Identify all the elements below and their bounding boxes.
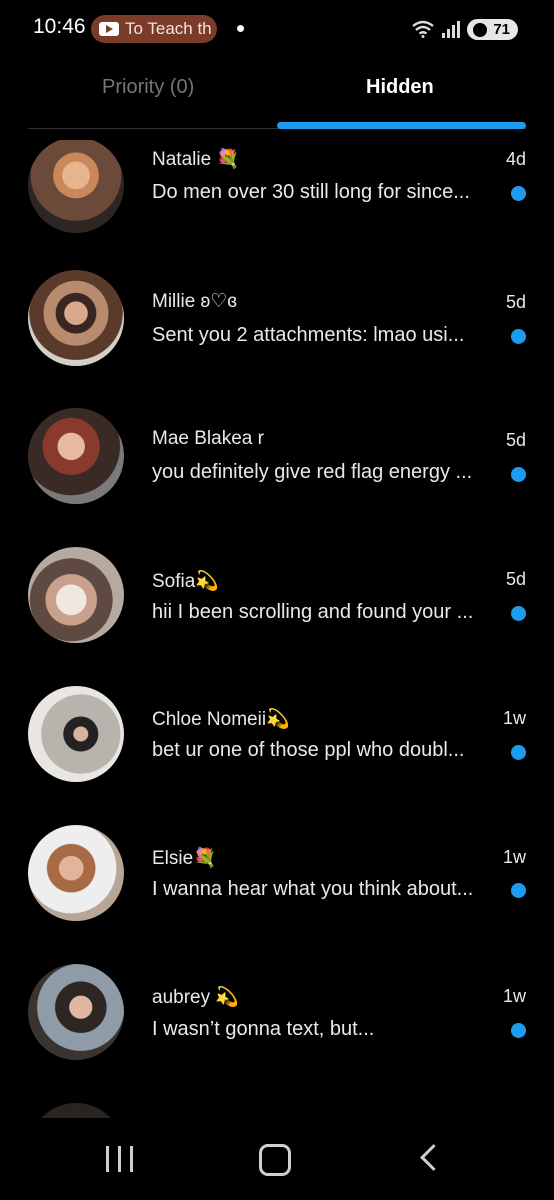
conversation-time: 5d [505,430,526,450]
notification-pill[interactable]: To Teach th [91,15,217,43]
active-tab-indicator [277,122,526,129]
conversation-time: 5d [505,292,526,312]
conversation-name: Elsie💐 [152,848,217,869]
conversation-preview: hii I been scrolling and found your ... [152,601,474,623]
status-bar: 10:46 To Teach th 71 [0,0,554,58]
conversation-preview: Do men over 30 still long for since... [152,181,470,203]
tab-hidden[interactable]: Hidden [366,76,434,99]
status-time: 10:46 [33,15,86,38]
conversation-list[interactable]: Natalie 💐 4d Do men over 30 still long f… [0,140,554,1118]
conversation-row[interactable]: Elsie💐 1w I wanna hear what you think ab… [0,825,554,964]
conversation-row[interactable]: Natalie 💐 4d Do men over 30 still long f… [0,140,554,276]
battery-indicator: 71 [467,18,518,40]
conversation-row[interactable]: Chloe Nomeii💫 1w bet ur one of those ppl… [0,686,554,825]
recents-icon[interactable] [106,1146,134,1172]
conversation-name: Natalie 💐 [152,149,241,170]
back-icon[interactable] [420,1144,447,1171]
youtube-icon [99,22,119,36]
avatar[interactable] [28,140,124,233]
unread-indicator [511,883,526,898]
conversation-preview: I wanna hear what you think about... [152,878,474,900]
home-icon[interactable] [259,1144,291,1176]
avatar[interactable] [28,964,124,1060]
conversation-row[interactable] [0,1103,554,1118]
notification-pill-text: To Teach th [125,19,212,38]
conversation-preview: I wasn’t gonna text, but... [152,1018,375,1040]
avatar[interactable] [28,686,124,782]
unread-indicator [511,186,526,201]
conversation-row[interactable]: Mae Blakea r 5d you definitely give red … [0,408,554,547]
signal-icon [442,21,461,38]
conversation-row[interactable]: Millie ʚ♡ɞ 5d Sent you 2 attachments: lm… [0,270,554,409]
system-nav-bar [0,1118,554,1200]
inbox-tabs: Priority (0) Hidden [0,58,554,130]
notification-dot-icon [237,25,244,32]
tab-priority[interactable]: Priority (0) [102,76,194,99]
wifi-icon [412,20,435,38]
conversation-name: Millie ʚ♡ɞ [152,291,237,312]
unread-indicator [511,467,526,482]
conversation-preview: you definitely give red flag energy ... [152,461,473,483]
conversation-preview: Sent you 2 attachments: lmao usi... [152,324,465,346]
conversation-time: 5d [505,569,526,589]
avatar[interactable] [28,547,124,643]
unread-indicator [511,329,526,344]
conversation-name: Chloe Nomeii💫 [152,709,290,730]
system-icons: 71 [411,17,518,41]
conversation-row[interactable]: Sofia💫 5d hii I been scrolling and found… [0,547,554,686]
avatar[interactable] [28,408,124,504]
conversation-name: Mae Blakea r [152,428,264,449]
conversation-row[interactable]: aubrey 💫 1w I wasn’t gonna text, but... [0,964,554,1103]
unread-indicator [511,606,526,621]
avatar[interactable] [28,825,124,921]
avatar[interactable] [28,1103,124,1118]
unread-indicator [511,1023,526,1038]
conversation-time: 1w [502,986,526,1006]
conversation-time: 1w [502,708,526,728]
conversation-name: Sofia💫 [152,571,219,592]
conversation-name: aubrey 💫 [152,987,240,1008]
conversation-time: 4d [505,149,526,169]
avatar[interactable] [28,270,124,366]
unread-indicator [511,745,526,760]
conversation-time: 1w [502,847,526,867]
conversation-preview: bet ur one of those ppl who doubl... [152,739,465,761]
